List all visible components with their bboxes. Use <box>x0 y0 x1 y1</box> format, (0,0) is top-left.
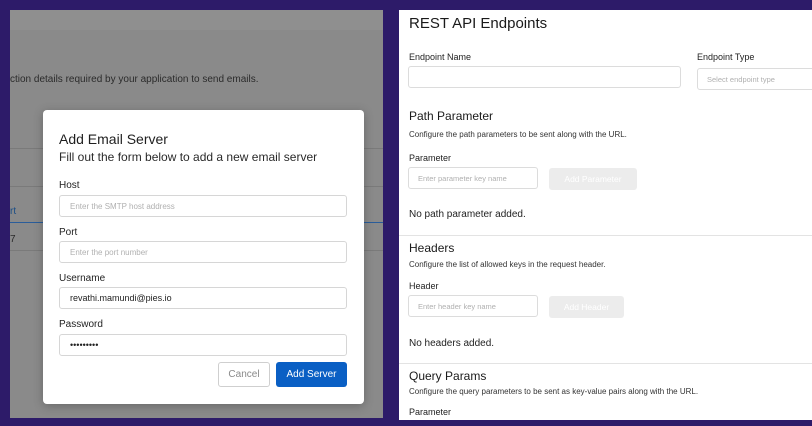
password-input[interactable]: ••••••••• <box>59 334 347 356</box>
parameter-label: Parameter <box>409 153 452 163</box>
query-parameter-label: Parameter <box>409 407 452 417</box>
no-headers-text: No headers added. <box>409 338 495 349</box>
query-params-description: Configure the query parameters to be sen… <box>409 387 699 396</box>
background-description: ction details required by your applicati… <box>10 74 259 85</box>
username-input[interactable]: revathi.mamundi@pies.io <box>59 287 347 309</box>
email-settings-panel: ction details required by your applicati… <box>10 10 383 418</box>
endpoint-name-input[interactable] <box>408 66 681 88</box>
port-label: Port <box>59 227 78 238</box>
rest-api-endpoints-panel: REST API Endpoints Endpoint Name Endpoin… <box>399 10 812 420</box>
port-input[interactable]: Enter the port number <box>59 241 347 263</box>
header-label: Header <box>409 281 439 291</box>
username-label: Username <box>59 273 106 284</box>
headers-title: Headers <box>409 241 455 255</box>
host-input[interactable]: Enter the SMTP host address <box>59 195 347 217</box>
add-parameter-button[interactable]: Add Parameter <box>549 168 637 190</box>
path-parameter-description: Configure the path parameters to be sent… <box>409 130 627 139</box>
top-bar <box>10 10 383 30</box>
page-title: REST API Endpoints <box>409 15 548 32</box>
endpoint-name-label: Endpoint Name <box>409 52 472 62</box>
cancel-button[interactable]: Cancel <box>218 362 270 387</box>
endpoint-type-select[interactable]: Select endpoint type <box>697 68 812 90</box>
host-label: Host <box>59 180 80 191</box>
query-params-title: Query Params <box>409 369 487 383</box>
password-label: Password <box>59 319 103 330</box>
modal-subtitle: Fill out the form below to add a new ema… <box>59 150 318 164</box>
modal-title: Add Email Server <box>59 131 168 147</box>
parameter-key-input[interactable]: Enter parameter key name <box>408 167 538 189</box>
background-column-header: rt <box>10 206 17 217</box>
headers-description: Configure the list of allowed keys in th… <box>409 260 606 269</box>
add-email-server-modal: Add Email Server Fill out the form below… <box>43 110 364 404</box>
path-parameter-title: Path Parameter <box>409 109 494 123</box>
section-divider <box>399 363 812 364</box>
endpoint-type-label: Endpoint Type <box>697 52 755 62</box>
header-key-input[interactable]: Enter header key name <box>408 295 538 317</box>
background-table-cell: 7 <box>10 234 16 245</box>
section-divider <box>399 235 812 236</box>
no-path-parameter-text: No path parameter added. <box>409 209 526 220</box>
add-header-button[interactable]: Add Header <box>549 296 624 318</box>
add-server-button[interactable]: Add Server <box>276 362 347 387</box>
